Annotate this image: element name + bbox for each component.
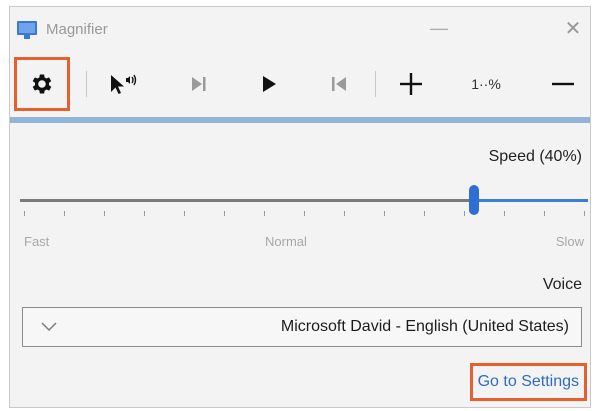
- slider-tick: [144, 211, 145, 216]
- slider-tick: [584, 211, 585, 216]
- speed-slow-label: Slow: [555, 234, 584, 249]
- slider-thumb[interactable]: [469, 185, 479, 215]
- minimize-button[interactable]: —: [424, 17, 454, 43]
- toolbar-divider: [10, 117, 590, 123]
- skip-next-icon: [192, 77, 206, 91]
- chevron-down-icon: [41, 319, 57, 335]
- gear-icon: [32, 74, 52, 94]
- slider-tick: [224, 211, 225, 216]
- toolbar-separator: [86, 71, 87, 97]
- magnifier-window: Magnifier — ✕ 1··% Speed (40%) Fast Norm…: [9, 6, 591, 408]
- next-sentence-button[interactable]: [176, 57, 222, 111]
- slider-tick: [424, 211, 425, 216]
- toolbar-separator: [375, 71, 376, 97]
- zoom-in-button[interactable]: [386, 57, 436, 111]
- window-title: Magnifier: [46, 21, 108, 38]
- slider-tick: [24, 211, 25, 216]
- settings-button[interactable]: [14, 57, 70, 111]
- slider-tick: [344, 211, 345, 216]
- minus-icon: [552, 82, 574, 86]
- slider-tick: [464, 211, 465, 216]
- slider-tick: [384, 211, 385, 216]
- slider-track-fill: [474, 199, 588, 202]
- pointer-speaker-icon: [111, 74, 137, 94]
- title-bar: Magnifier — ✕: [10, 7, 590, 53]
- go-to-settings-link[interactable]: Go to Settings: [469, 363, 587, 401]
- speed-label: Speed (40%): [488, 148, 582, 165]
- slider-tick: [184, 211, 185, 216]
- slider-tick: [104, 211, 105, 216]
- slider-tick: [64, 211, 65, 216]
- zoom-percent-button[interactable]: 1··%: [458, 57, 514, 111]
- speed-normal-label: Normal: [265, 234, 307, 249]
- voice-label: Voice: [542, 276, 582, 293]
- slider-tick: [264, 211, 265, 216]
- magnifier-toolbar: 1··%: [10, 55, 590, 113]
- zoom-percent-icon: 1··%: [471, 76, 501, 92]
- play-button[interactable]: [246, 57, 292, 111]
- zoom-out-button[interactable]: [540, 57, 586, 111]
- read-from-here-button[interactable]: [98, 57, 148, 111]
- play-icon: [263, 76, 276, 92]
- voice-dropdown[interactable]: Microsoft David - English (United States…: [22, 307, 582, 347]
- magnifier-app-icon: [17, 21, 37, 39]
- skip-previous-icon: [332, 77, 346, 91]
- speed-fast-label: Fast: [24, 234, 50, 249]
- slider-tick: [544, 211, 545, 216]
- slider-track: [20, 199, 474, 202]
- slider-tick: [504, 211, 505, 216]
- voice-selected-value: Microsoft David - English (United States…: [280, 318, 569, 335]
- plus-icon: [400, 73, 422, 95]
- slider-tick: [304, 211, 305, 216]
- close-button[interactable]: ✕: [558, 17, 588, 43]
- previous-sentence-button[interactable]: [316, 57, 362, 111]
- speed-slider[interactable]: [20, 185, 588, 231]
